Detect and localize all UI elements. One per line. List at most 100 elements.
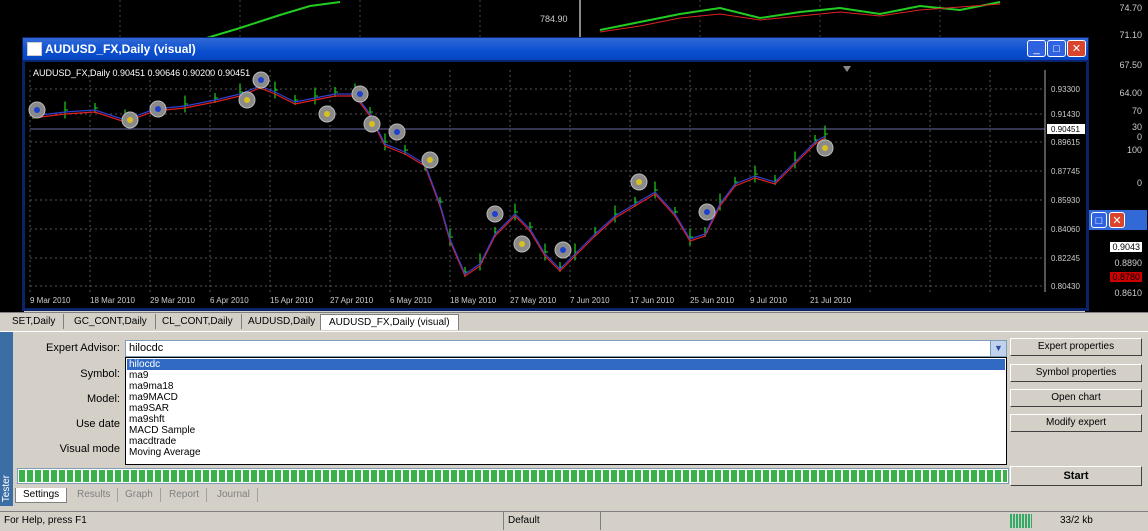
test-progress-bar xyxy=(17,468,1009,484)
scale-label: 30 xyxy=(1131,122,1142,132)
tester-sidebar-label: Tester xyxy=(1,474,12,502)
chart-window[interactable]: AUDUSD_FX,Daily (visual) _ □ ✕ 0.93300 0.… xyxy=(22,37,1089,311)
status-divider xyxy=(600,512,601,530)
tab-results[interactable]: Results xyxy=(70,488,119,502)
background-chart-top: 784.90 xyxy=(0,0,1148,40)
dropdown-option[interactable]: ma9 xyxy=(127,370,1005,381)
visual-mode-label: Visual mode xyxy=(59,443,120,455)
price-axis-label: 0.91430 xyxy=(1051,110,1080,119)
modify-expert-button[interactable]: Modify expert xyxy=(1010,414,1142,432)
price-axis-label: 0.85930 xyxy=(1051,196,1080,205)
scale-label: 74.70 xyxy=(1119,3,1142,13)
maximize-button[interactable]: □ xyxy=(1047,40,1066,57)
status-help-text: For Help, press F1 xyxy=(4,515,87,526)
date-axis-label: 9 Jul 2010 xyxy=(750,296,787,305)
dropdown-option[interactable]: ma9shft xyxy=(127,414,1005,425)
trade-arrow-icon xyxy=(394,129,400,135)
minimize-button[interactable]: _ xyxy=(1027,40,1046,57)
dropdown-option[interactable]: MACD Sample xyxy=(127,425,1005,436)
tab-set-daily[interactable]: SET,Daily xyxy=(4,314,65,329)
trade-arrow-icon xyxy=(636,179,642,185)
window-title: AUDUSD_FX,Daily (visual) xyxy=(45,42,196,56)
scale-label: 0 xyxy=(1136,132,1142,142)
trade-arrow-icon xyxy=(357,91,363,97)
dropdown-option[interactable]: macdtrade xyxy=(127,436,1005,447)
price-axis-label: 0.84060 xyxy=(1051,225,1080,234)
trade-arrow-icon xyxy=(427,157,433,163)
trade-arrow-icon xyxy=(560,247,566,253)
tab-audusd-daily[interactable]: AUDUSD,Daily xyxy=(240,314,325,329)
trade-arrow-icon xyxy=(519,241,525,247)
date-axis-label: 17 Jun 2010 xyxy=(630,296,675,305)
trade-arrow-icon xyxy=(492,211,498,217)
dropdown-option[interactable]: ma9SAR xyxy=(127,403,1005,414)
strategy-tester-panel: Tester Expert Advisor: Symbol: Model: Us… xyxy=(0,331,1148,512)
tab-audusd-fx-daily-visual[interactable]: AUDUSD_FX,Daily (visual) xyxy=(320,314,459,330)
dropdown-option[interactable]: Moving Average xyxy=(127,447,1005,458)
tab-graph[interactable]: Graph xyxy=(118,488,161,502)
expert-advisor-dropdown-list[interactable]: hilocdc ma9 ma9ma18 ma9MACD ma9SAR ma9sh… xyxy=(125,357,1007,465)
start-button[interactable]: Start xyxy=(1010,466,1142,486)
trade-arrow-icon xyxy=(324,111,330,117)
top-price-label: 784.90 xyxy=(540,14,568,24)
scale-label: 0.8780 xyxy=(1110,272,1142,282)
background-chart-left xyxy=(0,40,24,312)
tab-cl-cont-daily[interactable]: CL_CONT,Daily xyxy=(154,314,242,329)
trade-arrow-icon xyxy=(258,77,264,83)
close-icon[interactable]: ✕ xyxy=(1109,212,1125,228)
expert-advisor-select[interactable]: hilocdc ▼ xyxy=(125,340,1007,357)
price-axis-label: 0.82245 xyxy=(1051,254,1080,263)
moving-average-line xyxy=(32,87,826,277)
scale-label: 71.10 xyxy=(1119,30,1142,40)
date-axis-label: 15 Apr 2010 xyxy=(270,296,314,305)
expert-properties-button[interactable]: Expert properties xyxy=(1010,338,1142,356)
expert-advisor-value: hilocdc xyxy=(129,342,164,354)
tab-journal[interactable]: Journal xyxy=(210,488,258,502)
status-traffic: 33/2 kb xyxy=(1060,515,1093,526)
tab-gc-cont-daily[interactable]: GC_CONT,Daily xyxy=(66,314,156,329)
expert-advisor-label: Expert Advisor: xyxy=(46,342,120,354)
candlestick-chart[interactable]: 0.93300 0.91430 0.90451 0.89615 0.87745 0.859… xyxy=(25,62,1086,308)
date-axis-label: 25 Jun 2010 xyxy=(690,296,735,305)
restore-icon[interactable]: □ xyxy=(1091,212,1107,228)
date-axis-label: 29 Mar 2010 xyxy=(150,296,195,305)
close-button[interactable]: ✕ xyxy=(1067,40,1086,57)
status-bar: For Help, press F1 Default 33/2 kb xyxy=(0,511,1148,531)
status-profile: Default xyxy=(508,515,540,526)
dropdown-option[interactable]: hilocdc xyxy=(127,359,1005,370)
trade-arrow-icon xyxy=(244,97,250,103)
background-chart-right: 74.70 71.10 67.50 64.00 70 30 0 100 0 0.… xyxy=(1085,0,1148,312)
dropdown-option[interactable]: ma9MACD xyxy=(127,392,1005,403)
symbol-properties-button[interactable]: Symbol properties xyxy=(1010,364,1142,382)
price-axis-label: 0.90451 xyxy=(1051,125,1080,134)
trade-arrow-icon xyxy=(822,145,828,151)
status-divider xyxy=(503,512,504,530)
date-axis-label: 21 Jul 2010 xyxy=(810,296,852,305)
trade-arrow-icon xyxy=(155,106,161,112)
window-titlebar[interactable]: AUDUSD_FX,Daily (visual) _ □ ✕ xyxy=(23,38,1088,60)
background-window-titlebar: □ ✕ xyxy=(1089,210,1147,230)
price-axis-label: 0.80430 xyxy=(1051,282,1080,291)
chevron-down-icon[interactable]: ▼ xyxy=(990,341,1006,356)
date-axis-label: 6 Apr 2010 xyxy=(210,296,249,305)
scale-label: 70 xyxy=(1131,106,1142,116)
chart-header: AUDUSD_FX,Daily 0.90451 0.90646 0.90200 … xyxy=(33,68,251,78)
tab-settings[interactable]: Settings xyxy=(15,488,68,503)
price-chart[interactable]: 0.93300 0.91430 0.90451 0.89615 0.87745 0.859… xyxy=(25,62,1086,308)
chart-tabs: SET,Daily GC_CONT,Daily CL_CONT,Daily AU… xyxy=(0,312,1148,331)
price-axis-label: 0.87745 xyxy=(1051,167,1080,176)
tab-report[interactable]: Report xyxy=(162,488,208,502)
date-axis-label: 7 Jun 2010 xyxy=(570,296,610,305)
trade-arrow-icon xyxy=(369,121,375,127)
scale-label: 100 xyxy=(1126,145,1142,155)
price-axis-label: 0.89615 xyxy=(1051,138,1080,147)
chart-window-icon xyxy=(27,42,42,56)
trade-arrow-icon xyxy=(34,107,40,113)
trade-arrow-icon xyxy=(127,117,133,123)
dropdown-option[interactable]: ma9ma18 xyxy=(127,381,1005,392)
price-axis-label: 0.93300 xyxy=(1051,85,1080,94)
open-chart-button[interactable]: Open chart xyxy=(1010,389,1142,407)
date-axis-label: 18 Mar 2010 xyxy=(90,296,135,305)
date-axis-label: 27 May 2010 xyxy=(510,296,557,305)
date-axis-label: 27 Apr 2010 xyxy=(330,296,374,305)
